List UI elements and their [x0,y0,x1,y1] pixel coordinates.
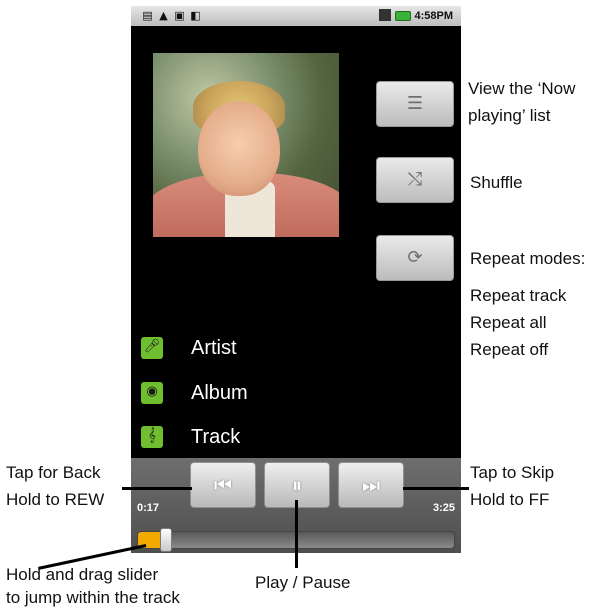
shuffle-button[interactable]: ⤭ [376,157,454,203]
now-playing-list-button[interactable]: ☰ [376,81,454,127]
annotation-slider-line2: to jump within the track [6,588,180,607]
microphone-icon: 🎤︎ [141,337,163,359]
album-label: Album [191,382,248,404]
annotation-repeat-off: Repeat off [470,340,549,359]
annotation-repeat-title: Repeat modes: [470,249,586,268]
previous-button[interactable]: ⏮ [190,462,256,508]
list-icon: ☰ [406,93,424,114]
repeat-icon: ⟳ [407,247,423,268]
total-time: 3:25 [432,502,455,514]
annotation-shuffle: Shuffle [470,173,523,192]
disc-icon: ◉ [141,382,163,404]
status-time: 4:58PM [414,10,453,22]
treble-clef-icon: 𝄞 [141,426,163,448]
artist-label: Artist [191,337,237,359]
album-art-face [198,101,280,196]
pointer-line-play-pause [295,500,298,568]
annotation-now-playing-line1: View the ‘Now [468,79,576,98]
annotation-back-line1: Tap for Back [6,463,101,482]
usb-icon: ▣ [174,9,185,22]
annotation-skip-line2: Hold to FF [470,490,550,509]
annotation-repeat-track: Repeat track [470,286,567,305]
pointer-line-skip [403,487,469,490]
repeat-button[interactable]: ⟳ [376,235,454,281]
document-icon: ▤ [142,9,153,22]
elapsed-time: 0:17 [137,502,160,514]
next-button[interactable]: ⏭ [338,462,404,508]
annotation-slider-line1: Hold and drag slider [6,565,159,584]
annotation-repeat-all: Repeat all [470,313,547,332]
album-art [153,53,339,237]
status-bar: ▤ ▲ ▣ ◧ 4:58PM [131,6,461,26]
annotation-back-line2: Hold to REW [6,490,105,509]
battery-icon [395,11,411,21]
fast-forward-icon: ⏭ [362,473,380,497]
annotation-skip-line1: Tap to Skip [470,463,555,482]
media-icon: ◧ [190,9,201,22]
music-player-screen: ▤ ▲ ▣ ◧ 4:58PM ☰ ⤭ ⟳ 🎤︎ Artist ◉ Album 𝄞… [131,6,461,553]
track-label: Track [191,426,241,448]
warning-icon: ▲ [159,9,168,22]
pause-icon: ⏸ [292,473,302,497]
signal-icon [379,9,391,21]
annotation-now-playing-line2: playing’ list [468,106,551,125]
rewind-icon: ⏮ [214,473,232,497]
annotation-play-pause: Play / Pause [255,573,351,592]
pointer-line-back [122,487,192,490]
seek-thumb[interactable] [160,528,173,552]
shuffle-icon: ⤭ [407,169,423,190]
